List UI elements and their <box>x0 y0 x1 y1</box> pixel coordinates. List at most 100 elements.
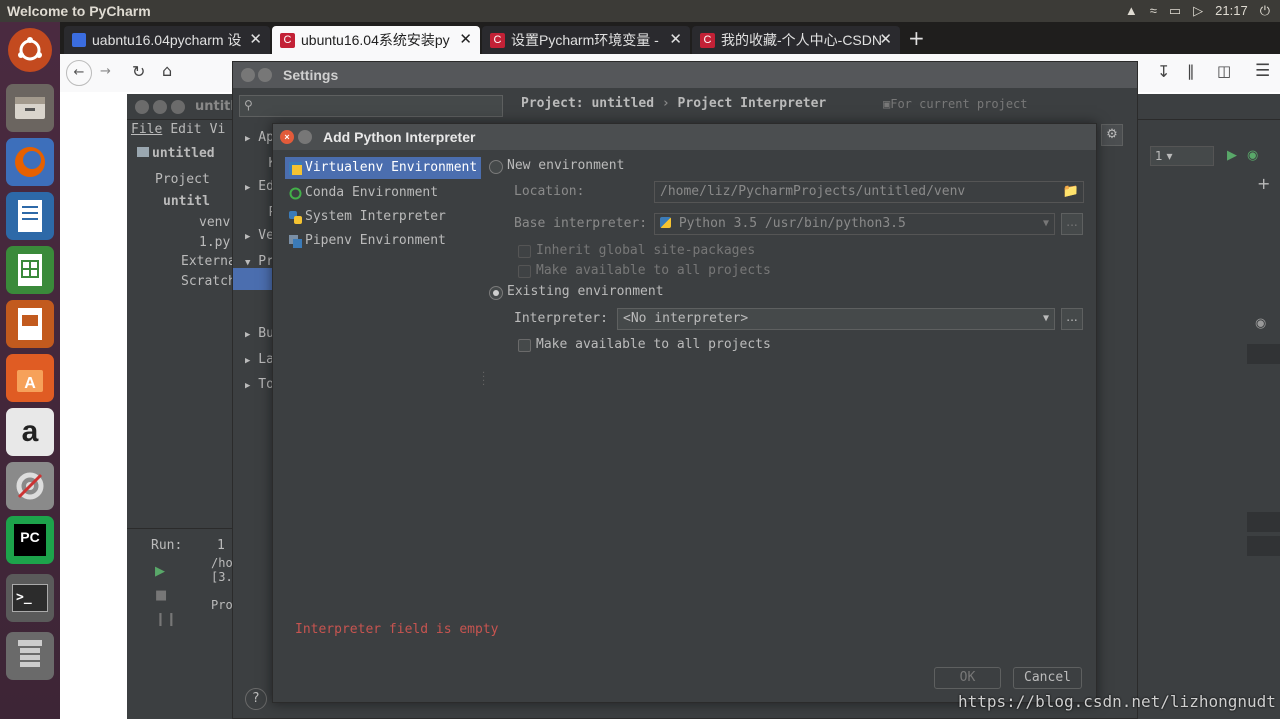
stop-icon[interactable]: ■ <box>155 588 167 603</box>
splitter-handle[interactable]: · · · · <box>482 369 485 391</box>
run-label: Run: <box>151 538 183 553</box>
make-available-existing-checkbox[interactable] <box>518 339 531 352</box>
close-window-button[interactable] <box>241 68 255 82</box>
browse-interpreter-button[interactable]: ... <box>1061 308 1083 330</box>
watermark: https://blog.csdn.net/lizhongnudt <box>958 692 1276 711</box>
help-icon[interactable]: ? <box>245 688 267 710</box>
close-tab-icon[interactable]: ✕ <box>669 30 682 48</box>
app-indicator-icon[interactable]: ▲ <box>1125 3 1138 19</box>
forward-button[interactable]: → <box>100 64 111 79</box>
python-icon <box>660 217 671 228</box>
location-label: Location: <box>514 184 585 199</box>
browser-tab-3[interactable]: C 设置Pycharm环境变量 - ✕ <box>482 26 690 54</box>
tree-item-external-libs[interactable]: Externa <box>181 254 236 269</box>
run-toolbar-button[interactable]: ▶ <box>1227 148 1237 163</box>
close-tab-icon[interactable]: ✕ <box>879 30 892 48</box>
tree-item-scratches[interactable]: Scratch <box>181 274 236 289</box>
power-icon[interactable]: ⏻ <box>1260 3 1270 19</box>
interpreter-select[interactable]: <No interpreter> ▼ <box>617 308 1055 330</box>
menu-file[interactable]: File <box>131 122 162 137</box>
add-interpreter-dialog: × Add Python Interpreter Virtualenv Envi… <box>272 123 1097 703</box>
list-item-virtualenv[interactable]: Virtualenv Environment <box>285 157 481 179</box>
system-settings-icon[interactable] <box>6 462 54 510</box>
tree-item-venv[interactable]: venv <box>199 215 230 230</box>
software-center-icon[interactable]: A <box>6 354 54 402</box>
downloads-icon[interactable]: ↧ <box>1157 62 1170 81</box>
cancel-button[interactable]: Cancel <box>1013 667 1082 689</box>
existing-environment-label: Existing environment <box>507 284 664 299</box>
browser-tab-1[interactable]: uabntu16.04pycharm 设 ✕ <box>64 26 270 54</box>
folder-icon[interactable]: 📁 <box>1063 182 1079 202</box>
maximize-window-button[interactable] <box>258 68 272 82</box>
close-tab-icon[interactable]: ✕ <box>249 30 262 48</box>
amazon-icon[interactable]: a <box>6 408 54 456</box>
library-icon[interactable]: ‖ <box>1187 62 1195 80</box>
list-item-pipenv[interactable]: Pipenv Environment <box>285 230 481 252</box>
home-button[interactable]: ⌂ <box>162 61 172 80</box>
search-icon: ⚲ <box>244 98 253 112</box>
browser-tab-2[interactable]: C ubuntu16.04系统安装py ✕ <box>272 26 480 54</box>
calc-icon[interactable] <box>6 246 54 294</box>
pause-icon[interactable]: ❙❙ <box>155 612 177 627</box>
browse-base-button[interactable]: ... <box>1061 213 1083 235</box>
browser-tab-4[interactable]: C 我的收藏-个人中心-CSDN ✕ <box>692 26 900 54</box>
make-available-new-checkbox[interactable] <box>518 265 531 278</box>
breadcrumb-project[interactable]: Project: untitled <box>521 96 654 111</box>
close-dialog-button[interactable]: × <box>280 130 294 144</box>
debug-toolbar-button[interactable]: ◉ <box>1247 148 1258 163</box>
minimize-window-button[interactable] <box>153 100 167 114</box>
top-panel: Welcome to PyCharm ▲ ≈ ▭ ▷ 21:17 ⏻ <box>0 0 1280 22</box>
browser-tab-label: 我的收藏-个人中心-CSDN <box>721 32 882 48</box>
project-tool-label[interactable]: Project <box>155 172 210 187</box>
menu-view[interactable]: Vi <box>210 122 226 137</box>
window-title: Welcome to PyCharm <box>7 3 151 19</box>
trash-icon[interactable] <box>6 632 54 680</box>
system-tray: ▲ ≈ ▭ ▷ 21:17 ⏻ <box>1125 3 1270 19</box>
browser-tab-label: uabntu16.04pycharm 设 <box>92 32 242 48</box>
menu-edit[interactable]: Edit <box>170 122 201 137</box>
clock[interactable]: 21:17 <box>1215 3 1248 19</box>
inherit-site-packages-checkbox[interactable] <box>518 245 531 258</box>
list-item-system[interactable]: System Interpreter <box>285 206 481 228</box>
run-output: /ho [3. Pro <box>211 556 233 612</box>
location-field[interactable]: /home/liz/PycharmProjects/untitled/venv … <box>654 181 1084 203</box>
settings-breadcrumb: Project: untitled › Project Interpreter <box>521 96 827 111</box>
maximize-dialog-button[interactable] <box>298 130 312 144</box>
wifi-icon[interactable]: ≈ <box>1150 3 1157 19</box>
ok-button[interactable]: OK <box>934 667 1001 689</box>
back-button[interactable]: ← <box>66 60 92 86</box>
close-tab-icon[interactable]: ✕ <box>459 30 472 48</box>
menu-icon[interactable]: ☰ <box>1255 61 1270 81</box>
base-interpreter-select[interactable]: Python 3.5 /usr/bin/python3.5 ▼ <box>654 213 1055 235</box>
writer-icon[interactable] <box>6 192 54 240</box>
maximize-window-button[interactable] <box>171 100 185 114</box>
battery-icon[interactable]: ▭ <box>1169 3 1181 19</box>
eye-icon[interactable]: ◉ <box>1255 316 1266 331</box>
virtualenv-icon <box>289 161 302 175</box>
close-window-button[interactable] <box>135 100 149 114</box>
impress-icon[interactable] <box>6 300 54 348</box>
sidebar-icon[interactable]: ◫ <box>1217 62 1231 80</box>
existing-environment-radio[interactable] <box>489 286 503 300</box>
settings-search-field[interactable]: ⚲ <box>239 95 503 117</box>
gear-icon[interactable]: ⚙ <box>1101 124 1123 146</box>
run-icon[interactable]: ▶ <box>155 564 165 579</box>
launcher: A a PC >_ <box>0 22 60 719</box>
run-tab[interactable]: 1 <box>217 538 225 553</box>
pycharm-icon[interactable]: PC <box>6 516 54 564</box>
tree-item-file[interactable]: 1.py <box>199 235 230 250</box>
reload-button[interactable]: ↻ <box>132 62 145 81</box>
run-config-select[interactable]: 1 ▾ <box>1150 146 1214 166</box>
chevron-down-icon: ▼ <box>1042 313 1049 324</box>
new-tab-button[interactable]: + <box>908 26 925 50</box>
tree-item-root[interactable]: untitl <box>163 194 210 209</box>
files-icon[interactable] <box>6 84 54 132</box>
add-package-icon[interactable]: + <box>1257 174 1270 193</box>
firefox-icon[interactable] <box>6 138 54 186</box>
volume-icon[interactable]: ▷ <box>1193 3 1203 19</box>
terminal-icon[interactable]: >_ <box>6 574 54 622</box>
pipenv-icon <box>289 234 302 248</box>
ubuntu-dash-icon[interactable] <box>8 28 52 72</box>
new-environment-radio[interactable] <box>489 160 503 174</box>
list-item-conda[interactable]: Conda Environment <box>285 182 481 204</box>
